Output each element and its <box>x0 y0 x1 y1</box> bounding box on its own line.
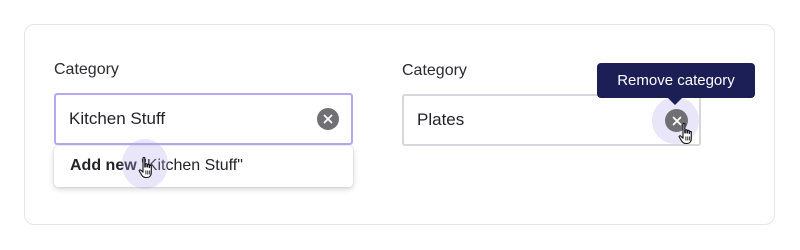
category-label-right: Category <box>402 62 467 79</box>
clear-category-left-button[interactable] <box>317 108 339 130</box>
category-label-left: Category <box>54 61 119 78</box>
category-dropdown-left: Add new "Kitchen Stuff" <box>54 146 353 187</box>
hand-cursor-icon <box>678 122 692 145</box>
remove-category-tooltip: Remove category <box>597 63 755 98</box>
category-input-right-value: Plates <box>417 110 465 129</box>
category-input-left[interactable]: Kitchen Stuff <box>54 93 353 145</box>
close-icon <box>323 114 333 124</box>
tooltip-arrow <box>668 98 682 105</box>
category-input-left-value: Kitchen Stuff <box>69 109 166 128</box>
hand-cursor-icon <box>138 156 152 179</box>
